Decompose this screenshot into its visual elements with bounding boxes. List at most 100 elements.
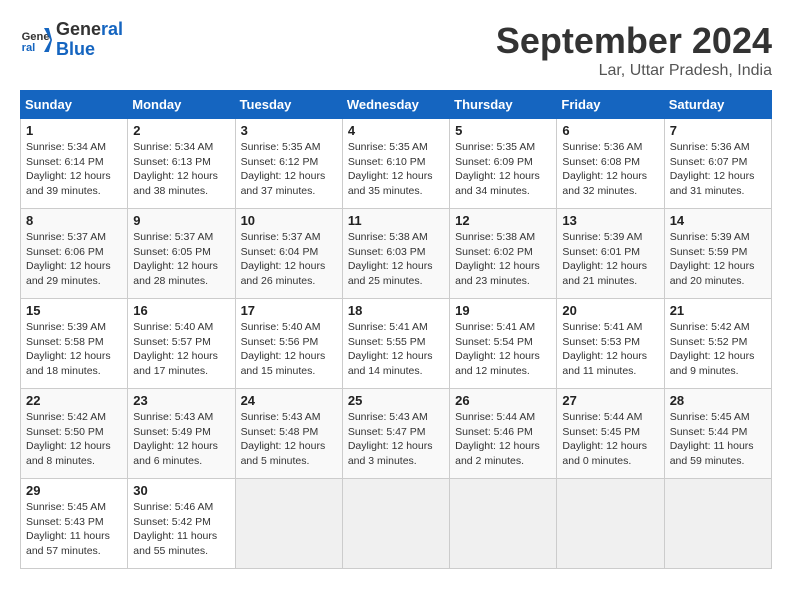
day-number: 23	[133, 393, 229, 408]
day-number: 4	[348, 123, 444, 138]
calendar-day-29: 29 Sunrise: 5:45 AMSunset: 5:43 PMDayligh…	[21, 479, 128, 569]
calendar-day-7: 7Sunrise: 5:36 AMSunset: 6:07 PMDaylight…	[664, 119, 771, 209]
day-number: 8	[26, 213, 122, 228]
title-block: September 2024 Lar, Uttar Pradesh, India	[496, 20, 772, 80]
day-info: Sunrise: 5:39 AMSunset: 5:59 PMDaylight:…	[670, 230, 766, 289]
calendar-day-21: 21Sunrise: 5:42 AMSunset: 5:52 PMDayligh…	[664, 299, 771, 389]
weekday-header-tuesday: Tuesday	[235, 91, 342, 119]
calendar-day-11: 11 Sunrise: 5:38 AMSunset: 6:03 PMDayligh…	[342, 209, 449, 299]
calendar-day-1: 1Sunrise: 5:34 AMSunset: 6:14 PMDaylight…	[21, 119, 128, 209]
calendar-day-10: 10 Sunrise: 5:37 AMSunset: 6:04 PMDayligh…	[235, 209, 342, 299]
calendar-day-13: 13Sunrise: 5:39 AMSunset: 6:01 PMDayligh…	[557, 209, 664, 299]
page-header: Gene ral GeneralBlue September 2024 Lar,…	[20, 20, 772, 80]
calendar-day-24: 24Sunrise: 5:43 AMSunset: 5:48 PMDayligh…	[235, 389, 342, 479]
day-number: 10	[241, 213, 337, 228]
day-number: 6	[562, 123, 658, 138]
day-info: Sunrise: 5:34 AMSunset: 6:13 PMDaylight:…	[133, 140, 229, 199]
empty-cell	[664, 479, 771, 569]
empty-cell	[450, 479, 557, 569]
day-info: Sunrise: 5:34 AMSunset: 6:14 PMDaylight:…	[26, 140, 122, 199]
calendar-day-14: 14 Sunrise: 5:39 AMSunset: 5:59 PMDayligh…	[664, 209, 771, 299]
day-info: Sunrise: 5:46 AMSunset: 5:42 PMDaylight:…	[133, 500, 229, 559]
calendar-title: September 2024	[496, 20, 772, 62]
calendar-day-17: 17 Sunrise: 5:40 AMSunset: 5:56 PMDayligh…	[235, 299, 342, 389]
day-number: 27	[562, 393, 658, 408]
calendar-day-22: 22 Sunrise: 5:42 AMSunset: 5:50 PMDayligh…	[21, 389, 128, 479]
calendar-week-5: 29 Sunrise: 5:45 AMSunset: 5:43 PMDayligh…	[21, 479, 772, 569]
day-info: Sunrise: 5:44 AMSunset: 5:46 PMDaylight:…	[455, 410, 551, 469]
calendar-table: SundayMondayTuesdayWednesdayThursdayFrid…	[20, 90, 772, 569]
svg-text:Gene: Gene	[22, 31, 50, 43]
day-number: 22	[26, 393, 122, 408]
day-number: 15	[26, 303, 122, 318]
day-info: Sunrise: 5:37 AMSunset: 6:06 PMDaylight:…	[26, 230, 122, 289]
logo-icon: Gene ral	[20, 24, 52, 56]
logo: Gene ral GeneralBlue	[20, 20, 123, 60]
calendar-day-15: 15Sunrise: 5:39 AMSunset: 5:58 PMDayligh…	[21, 299, 128, 389]
calendar-day-18: 18 Sunrise: 5:41 AMSunset: 5:55 PMDayligh…	[342, 299, 449, 389]
day-info: Sunrise: 5:42 AMSunset: 5:52 PMDaylight:…	[670, 320, 766, 379]
day-number: 16	[133, 303, 229, 318]
calendar-day-19: 19Sunrise: 5:41 AMSunset: 5:54 PMDayligh…	[450, 299, 557, 389]
calendar-day-28: 28 Sunrise: 5:45 AMSunset: 5:44 PMDayligh…	[664, 389, 771, 479]
day-info: Sunrise: 5:41 AMSunset: 5:54 PMDaylight:…	[455, 320, 551, 379]
day-info: Sunrise: 5:44 AMSunset: 5:45 PMDaylight:…	[562, 410, 658, 469]
day-number: 24	[241, 393, 337, 408]
day-number: 29	[26, 483, 122, 498]
day-number: 17	[241, 303, 337, 318]
calendar-day-27: 27 Sunrise: 5:44 AMSunset: 5:45 PMDayligh…	[557, 389, 664, 479]
day-info: Sunrise: 5:43 AMSunset: 5:49 PMDaylight:…	[133, 410, 229, 469]
empty-cell	[235, 479, 342, 569]
weekday-header-sunday: Sunday	[21, 91, 128, 119]
empty-cell	[342, 479, 449, 569]
day-info: Sunrise: 5:37 AMSunset: 6:05 PMDaylight:…	[133, 230, 229, 289]
calendar-day-5: 5Sunrise: 5:35 AMSunset: 6:09 PMDaylight…	[450, 119, 557, 209]
day-info: Sunrise: 5:45 AMSunset: 5:44 PMDaylight:…	[670, 410, 766, 469]
empty-cell	[557, 479, 664, 569]
calendar-week-3: 15Sunrise: 5:39 AMSunset: 5:58 PMDayligh…	[21, 299, 772, 389]
weekday-header-wednesday: Wednesday	[342, 91, 449, 119]
day-info: Sunrise: 5:45 AMSunset: 5:43 PMDaylight:…	[26, 500, 122, 559]
calendar-day-23: 23 Sunrise: 5:43 AMSunset: 5:49 PMDayligh…	[128, 389, 235, 479]
calendar-week-2: 8 Sunrise: 5:37 AMSunset: 6:06 PMDaylight…	[21, 209, 772, 299]
calendar-day-2: 2Sunrise: 5:34 AMSunset: 6:13 PMDaylight…	[128, 119, 235, 209]
weekday-header-friday: Friday	[557, 91, 664, 119]
day-info: Sunrise: 5:42 AMSunset: 5:50 PMDaylight:…	[26, 410, 122, 469]
day-info: Sunrise: 5:43 AMSunset: 5:47 PMDaylight:…	[348, 410, 444, 469]
day-number: 3	[241, 123, 337, 138]
day-info: Sunrise: 5:40 AMSunset: 5:56 PMDaylight:…	[241, 320, 337, 379]
day-number: 9	[133, 213, 229, 228]
day-info: Sunrise: 5:41 AMSunset: 5:53 PMDaylight:…	[562, 320, 658, 379]
calendar-day-16: 16 Sunrise: 5:40 AMSunset: 5:57 PMDayligh…	[128, 299, 235, 389]
calendar-subtitle: Lar, Uttar Pradesh, India	[496, 62, 772, 80]
calendar-day-20: 20 Sunrise: 5:41 AMSunset: 5:53 PMDayligh…	[557, 299, 664, 389]
day-info: Sunrise: 5:35 AMSunset: 6:12 PMDaylight:…	[241, 140, 337, 199]
day-number: 18	[348, 303, 444, 318]
day-number: 7	[670, 123, 766, 138]
calendar-day-6: 6Sunrise: 5:36 AMSunset: 6:08 PMDaylight…	[557, 119, 664, 209]
day-number: 30	[133, 483, 229, 498]
calendar-day-4: 4 Sunrise: 5:35 AMSunset: 6:10 PMDaylight…	[342, 119, 449, 209]
day-number: 28	[670, 393, 766, 408]
calendar-day-9: 9 Sunrise: 5:37 AMSunset: 6:05 PMDaylight…	[128, 209, 235, 299]
calendar-day-12: 12Sunrise: 5:38 AMSunset: 6:02 PMDayligh…	[450, 209, 557, 299]
calendar-week-1: 1Sunrise: 5:34 AMSunset: 6:14 PMDaylight…	[21, 119, 772, 209]
calendar-week-4: 22 Sunrise: 5:42 AMSunset: 5:50 PMDayligh…	[21, 389, 772, 479]
svg-text:ral: ral	[22, 42, 36, 54]
calendar-day-3: 3 Sunrise: 5:35 AMSunset: 6:12 PMDaylight…	[235, 119, 342, 209]
day-number: 26	[455, 393, 551, 408]
day-info: Sunrise: 5:40 AMSunset: 5:57 PMDaylight:…	[133, 320, 229, 379]
day-info: Sunrise: 5:38 AMSunset: 6:03 PMDaylight:…	[348, 230, 444, 289]
day-info: Sunrise: 5:35 AMSunset: 6:10 PMDaylight:…	[348, 140, 444, 199]
day-info: Sunrise: 5:37 AMSunset: 6:04 PMDaylight:…	[241, 230, 337, 289]
day-number: 13	[562, 213, 658, 228]
day-number: 20	[562, 303, 658, 318]
day-info: Sunrise: 5:41 AMSunset: 5:55 PMDaylight:…	[348, 320, 444, 379]
day-number: 14	[670, 213, 766, 228]
calendar-day-30: 30 Sunrise: 5:46 AMSunset: 5:42 PMDayligh…	[128, 479, 235, 569]
calendar-day-25: 25Sunrise: 5:43 AMSunset: 5:47 PMDayligh…	[342, 389, 449, 479]
day-number: 5	[455, 123, 551, 138]
calendar-day-26: 26 Sunrise: 5:44 AMSunset: 5:46 PMDayligh…	[450, 389, 557, 479]
day-number: 11	[348, 213, 444, 228]
day-info: Sunrise: 5:38 AMSunset: 6:02 PMDaylight:…	[455, 230, 551, 289]
